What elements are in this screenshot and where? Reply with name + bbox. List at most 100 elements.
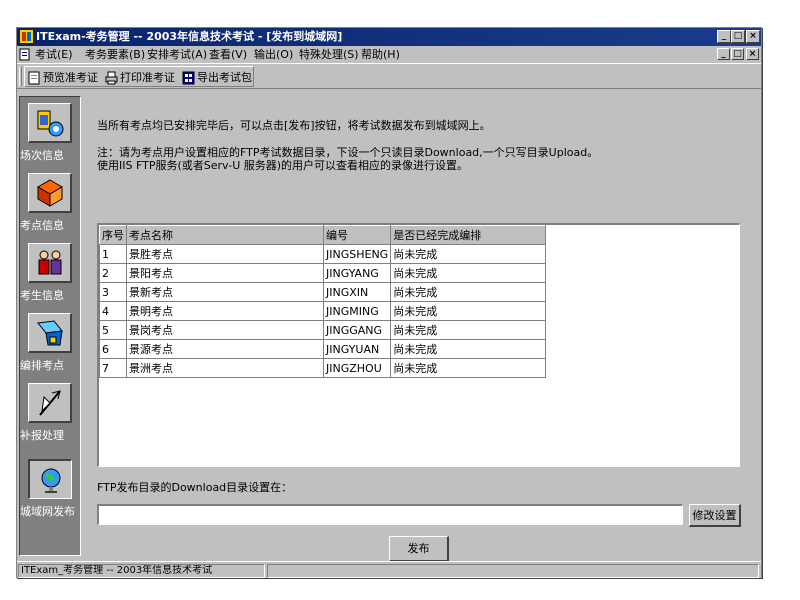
menu-output[interactable]: 输出(O) bbox=[254, 46, 293, 63]
arrange-button[interactable] bbox=[28, 313, 72, 353]
cell-site-name: 景洲考点 bbox=[126, 358, 324, 378]
column-header-site-name[interactable]: 考点名称 bbox=[126, 225, 324, 245]
minimize-button[interactable]: _ bbox=[717, 30, 731, 43]
sidebar-item-supplement[interactable]: 补报处理 bbox=[20, 383, 80, 455]
arrange-icon bbox=[37, 320, 63, 346]
table-row[interactable]: 4 景明考点 JINGMING 尚未完成 bbox=[99, 301, 547, 321]
table-row[interactable]: 5 景岗考点 JINGGANG 尚未完成 bbox=[99, 320, 547, 340]
column-header-code[interactable]: 编号 bbox=[322, 225, 392, 245]
ftp-directory-input[interactable] bbox=[97, 504, 683, 525]
export-icon bbox=[182, 71, 195, 85]
table-header-row: 序号 考点名称 编号 是否已经完成编排 bbox=[99, 225, 547, 245]
cell-arranged: 尚未完成 bbox=[390, 282, 547, 302]
print-admission-button[interactable]: 打印准考证 bbox=[105, 69, 175, 86]
menu-exam-elements[interactable]: 考务要素(B) bbox=[85, 46, 145, 63]
supplement-icon bbox=[39, 390, 61, 416]
menu-help[interactable]: 帮助(H) bbox=[361, 46, 400, 63]
sidebar-label-arrange: 编排考点 bbox=[20, 359, 64, 372]
column-header-arranged[interactable]: 是否已经完成编排 bbox=[390, 225, 547, 245]
cell-code: JINGXIN bbox=[322, 282, 392, 302]
cell-arranged: 尚未完成 bbox=[390, 244, 547, 264]
menu-bar: 考试(E) 考务要素(B) 安排考试(A) 查看(V) 输出(O) 特殊处理(S… bbox=[17, 46, 761, 63]
cell-arranged: 尚未完成 bbox=[390, 301, 547, 321]
preview-admission-label: 预览准考证 bbox=[43, 71, 98, 84]
menu-view[interactable]: 查看(V) bbox=[209, 46, 247, 63]
candidates-button[interactable] bbox=[28, 243, 72, 283]
cell-index: 4 bbox=[99, 301, 127, 321]
table-row[interactable]: 1 景胜考点 JINGSHENG 尚未完成 bbox=[99, 244, 547, 264]
sidebar-label-candidates: 考生信息 bbox=[20, 289, 64, 302]
table-row[interactable]: 3 景新考点 JINGXIN 尚未完成 bbox=[99, 282, 547, 302]
export-package-label: 导出考试包 bbox=[197, 71, 252, 84]
table-row[interactable]: 6 景源考点 JINGYUAN 尚未完成 bbox=[99, 339, 547, 359]
menu-arrange-exam[interactable]: 安排考试(A) bbox=[147, 46, 207, 63]
cell-arranged: 尚未完成 bbox=[390, 320, 547, 340]
cell-index: 2 bbox=[99, 263, 127, 283]
exam-sites-grid[interactable]: 序号 考点名称 编号 是否已经完成编排 1 景胜考点 JINGSHENG 尚未完… bbox=[97, 223, 740, 467]
cell-index: 3 bbox=[99, 282, 127, 302]
app-icon bbox=[20, 30, 33, 43]
cell-arranged: 尚未完成 bbox=[390, 358, 547, 378]
table-row[interactable]: 2 景阳考点 JINGYANG 尚未完成 bbox=[99, 263, 547, 283]
sidebar-item-sessions[interactable]: 场次信息 bbox=[20, 103, 80, 175]
menu-exam[interactable]: 考试(E) bbox=[35, 46, 73, 63]
status-bar: ITExam_考务管理 -- 2003年信息技术考试 bbox=[17, 561, 761, 578]
toolbar: 预览准考证 打印准考证 导出考试包 bbox=[17, 63, 761, 89]
print-admission-label: 打印准考证 bbox=[120, 71, 175, 84]
document-icon[interactable] bbox=[19, 48, 31, 61]
cell-arranged: 尚未完成 bbox=[390, 263, 547, 283]
sidebar-item-publish[interactable]: 城域网发布 bbox=[20, 459, 80, 531]
mdi-restore-button[interactable]: □ bbox=[731, 48, 744, 60]
cell-site-name: 景胜考点 bbox=[126, 244, 324, 264]
cell-site-name: 景明考点 bbox=[126, 301, 324, 321]
sidebar-item-exam-sites[interactable]: 考点信息 bbox=[20, 173, 80, 245]
preview-admission-button[interactable]: 预览准考证 bbox=[28, 69, 98, 86]
maximize-button[interactable]: □ bbox=[731, 30, 745, 43]
content-area: 场次信息 考点信息 考生信息 编排考点 补报处理 城域网发布 当所有考点均已安排… bbox=[17, 90, 761, 562]
supplement-button[interactable] bbox=[28, 383, 72, 423]
column-header-index[interactable]: 序号 bbox=[99, 225, 127, 245]
sessions-icon bbox=[37, 110, 64, 137]
sessions-button[interactable] bbox=[28, 103, 72, 143]
publish-button[interactable]: 发布 bbox=[389, 536, 449, 562]
toolbar-grip[interactable] bbox=[19, 67, 22, 86]
cell-code: JINGSHENG bbox=[322, 244, 392, 264]
cell-arranged: 尚未完成 bbox=[390, 339, 547, 359]
cell-code: JINGZHOU bbox=[322, 358, 392, 378]
cell-index: 7 bbox=[99, 358, 127, 378]
exam-sites-button[interactable] bbox=[28, 173, 72, 213]
exam-sites-icon bbox=[37, 179, 63, 207]
cell-code: JINGYANG bbox=[322, 263, 392, 283]
sidebar-label-sessions: 场次信息 bbox=[20, 149, 64, 162]
candidates-icon bbox=[38, 250, 62, 275]
status-text: ITExam_考务管理 -- 2003年信息技术考试 bbox=[18, 564, 265, 578]
menu-special[interactable]: 特殊处理(S) bbox=[299, 46, 359, 63]
mdi-close-button[interactable]: × bbox=[746, 48, 759, 60]
exam-sites-table: 序号 考点名称 编号 是否已经完成编排 1 景胜考点 JINGSHENG 尚未完… bbox=[99, 225, 547, 378]
sidebar-item-arrange[interactable]: 编排考点 bbox=[20, 313, 80, 385]
cell-index: 1 bbox=[99, 244, 127, 264]
toolbar-group: 预览准考证 打印准考证 导出考试包 bbox=[24, 66, 254, 87]
publish-globe-icon bbox=[41, 468, 61, 493]
table-row[interactable]: 7 景洲考点 JINGZHOU 尚未完成 bbox=[99, 358, 547, 378]
mdi-minimize-button[interactable]: _ bbox=[717, 48, 730, 60]
export-package-button[interactable]: 导出考试包 bbox=[182, 69, 252, 86]
publish-button-sidebar[interactable] bbox=[28, 459, 72, 499]
cell-code: JINGMING bbox=[322, 301, 392, 321]
printer-icon bbox=[105, 71, 118, 85]
main-window: ITExam-考务管理 -- 2003年信息技术考试 - [发布到城域网] _ … bbox=[16, 27, 762, 578]
sidebar-label-publish: 城域网发布 bbox=[20, 505, 75, 518]
cell-site-name: 景岗考点 bbox=[126, 320, 324, 340]
cell-site-name: 景新考点 bbox=[126, 282, 324, 302]
sidebar-item-candidates[interactable]: 考生信息 bbox=[20, 243, 80, 315]
modify-settings-button[interactable]: 修改设置 bbox=[689, 504, 741, 527]
cell-site-name: 景源考点 bbox=[126, 339, 324, 359]
ftp-directory-label: FTP发布目录的Download目录设置在： bbox=[97, 481, 293, 494]
note-line-2: 使用IIS FTP服务(或者Serv-U 服务器)的用户可以查看相应的录像进行设… bbox=[97, 159, 469, 172]
cell-code: JINGYUAN bbox=[322, 339, 392, 359]
intro-text: 当所有考点均已安排完毕后，可以点击[发布]按钮，将考试数据发布到城域网上。 bbox=[97, 119, 491, 132]
cell-index: 5 bbox=[99, 320, 127, 340]
window-title: ITExam-考务管理 -- 2003年信息技术考试 - [发布到城域网] bbox=[36, 30, 343, 43]
title-bar[interactable]: ITExam-考务管理 -- 2003年信息技术考试 - [发布到城域网] _ … bbox=[17, 28, 761, 46]
close-button[interactable]: × bbox=[746, 30, 760, 43]
